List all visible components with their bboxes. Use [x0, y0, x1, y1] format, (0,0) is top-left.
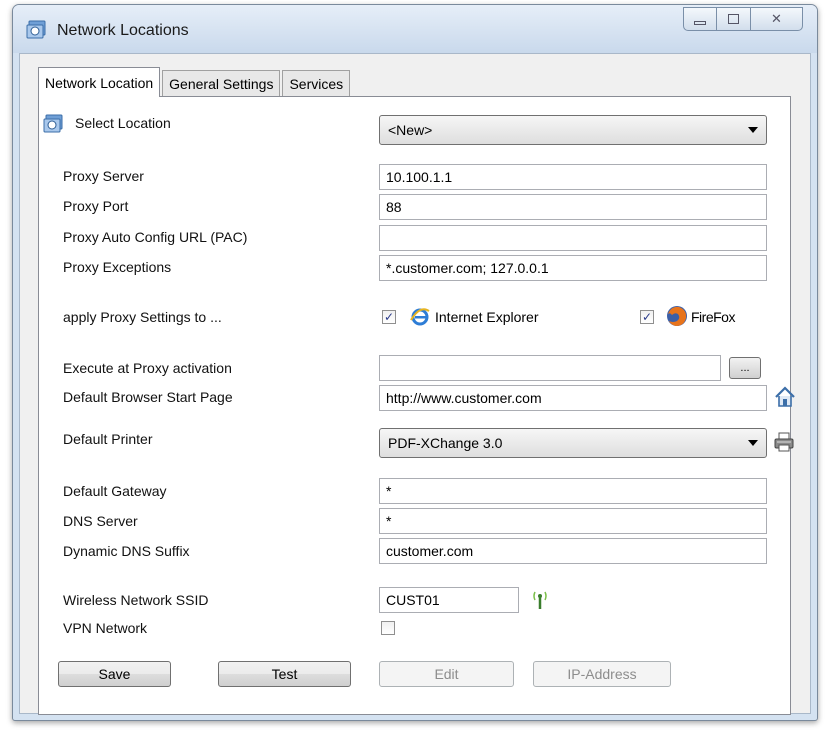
default-printer-label: Default Printer: [63, 431, 153, 447]
execute-activation-input[interactable]: [379, 355, 721, 381]
select-location-label: Select Location: [75, 115, 171, 131]
edit-button[interactable]: Edit: [379, 661, 514, 687]
vpn-network-label: VPN Network: [63, 620, 148, 636]
title-bar[interactable]: Network Locations ✕: [13, 5, 817, 53]
home-icon[interactable]: [773, 385, 797, 409]
network-location-panel: Select Location <New> Proxy Server 10.10…: [38, 96, 795, 715]
default-printer-dropdown[interactable]: PDF-XChange 3.0: [379, 428, 767, 458]
proxy-server-input[interactable]: 10.100.1.1: [379, 164, 767, 190]
start-page-input[interactable]: http://www.customer.com: [379, 385, 767, 411]
dns-suffix-input[interactable]: customer.com: [379, 538, 767, 564]
apply-proxy-label: apply Proxy Settings to ...: [63, 309, 222, 325]
proxy-port-input[interactable]: 88: [379, 194, 767, 220]
tab-general-settings[interactable]: General Settings: [162, 70, 281, 96]
default-printer-value: PDF-XChange 3.0: [388, 435, 503, 451]
proxy-exceptions-input[interactable]: *.customer.com; 127.0.0.1: [379, 255, 767, 281]
select-location-dropdown[interactable]: <New>: [379, 115, 767, 145]
tab-strip: Network Location General Settings Servic…: [38, 66, 352, 97]
save-button[interactable]: Save: [58, 661, 171, 687]
dns-suffix-label: Dynamic DNS Suffix: [63, 543, 190, 559]
network-locations-icon: [43, 114, 63, 133]
close-icon: ✕: [771, 11, 782, 26]
internet-explorer-icon: [410, 308, 430, 326]
wireless-antenna-icon[interactable]: [529, 589, 551, 611]
proxy-server-label: Proxy Server: [63, 168, 144, 184]
wireless-ssid-label: Wireless Network SSID: [63, 592, 209, 608]
close-button[interactable]: ✕: [751, 7, 803, 31]
window-title: Network Locations: [57, 22, 189, 39]
minimize-icon: [694, 21, 706, 25]
vpn-network-checkbox[interactable]: [381, 621, 395, 635]
dns-server-label: DNS Server: [63, 513, 138, 529]
default-gateway-label: Default Gateway: [63, 483, 167, 499]
minimize-button[interactable]: [683, 7, 717, 31]
select-location-value: <New>: [388, 122, 433, 138]
chevron-down-icon: [748, 440, 758, 446]
dns-server-input[interactable]: *: [379, 508, 767, 534]
browse-button[interactable]: ...: [729, 357, 761, 379]
maximize-icon: [728, 14, 739, 24]
printer-icon[interactable]: [772, 430, 796, 454]
default-gateway-input[interactable]: *: [379, 478, 767, 504]
chevron-down-icon: [748, 127, 758, 133]
wireless-ssid-input[interactable]: CUST01: [379, 587, 519, 613]
internet-explorer-checkbox[interactable]: ✓: [382, 310, 396, 324]
internet-explorer-label: Internet Explorer: [435, 309, 539, 325]
proxy-exceptions-label: Proxy Exceptions: [63, 259, 172, 275]
ip-address-button[interactable]: IP-Address: [533, 661, 671, 687]
firefox-checkbox[interactable]: ✓: [640, 310, 654, 324]
proxy-pac-input[interactable]: [379, 225, 767, 251]
firefox-icon: [667, 306, 687, 326]
execute-activation-label: Execute at Proxy activation: [63, 360, 232, 376]
firefox-label: FireFox: [691, 309, 735, 325]
tab-network-location[interactable]: Network Location: [38, 67, 161, 97]
tab-services[interactable]: Services: [282, 70, 351, 96]
proxy-pac-label: Proxy Auto Config URL (PAC): [63, 229, 248, 245]
test-button[interactable]: Test: [218, 661, 351, 687]
client-area: Network Location General Settings Servic…: [19, 53, 811, 715]
network-locations-icon: [26, 20, 46, 39]
maximize-button[interactable]: [717, 7, 751, 31]
network-locations-window: Network Locations ✕ Network Location Gen…: [12, 4, 818, 721]
start-page-label: Default Browser Start Page: [63, 389, 233, 405]
proxy-port-label: Proxy Port: [63, 198, 129, 214]
